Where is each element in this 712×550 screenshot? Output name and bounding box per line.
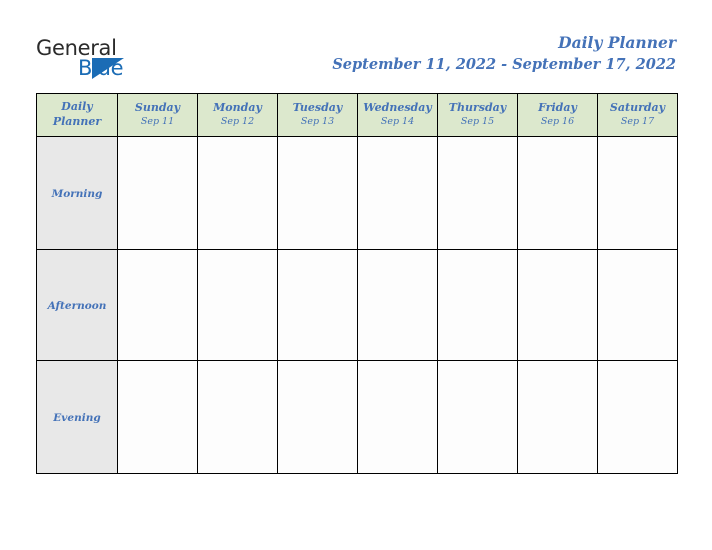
slot-evening-saturday[interactable] <box>597 360 678 474</box>
day-date: Sep 11 <box>140 116 175 128</box>
general-blue-logo[interactable]: General Blue <box>36 38 156 80</box>
page-header: General Blue Daily Planner September 11,… <box>0 0 712 93</box>
row-label-text: Afternoon <box>47 300 107 312</box>
column-header-friday: Friday Sep 16 <box>517 93 598 137</box>
row-label-text: Morning <box>51 188 103 200</box>
corner-label-line2: Planner <box>52 115 102 128</box>
day-name: Wednesday <box>363 100 432 114</box>
column-header-saturday: Saturday Sep 17 <box>597 93 678 137</box>
logo-text-blue: Blue <box>78 56 124 80</box>
slot-evening-monday[interactable] <box>197 360 278 474</box>
slot-afternoon-tuesday[interactable] <box>277 249 358 361</box>
slot-morning-sunday[interactable] <box>117 136 198 250</box>
slot-morning-saturday[interactable] <box>597 136 678 250</box>
column-header-thursday: Thursday Sep 15 <box>437 93 518 137</box>
slot-afternoon-saturday[interactable] <box>597 249 678 361</box>
slot-evening-friday[interactable] <box>517 360 598 474</box>
table-corner-header: Daily Planner <box>36 93 118 137</box>
table-row: Evening <box>36 360 678 474</box>
day-date: Sep 15 <box>460 116 495 128</box>
slot-morning-tuesday[interactable] <box>277 136 358 250</box>
column-header-tuesday: Tuesday Sep 13 <box>277 93 358 137</box>
day-name: Tuesday <box>292 100 343 114</box>
slot-morning-wednesday[interactable] <box>357 136 438 250</box>
day-date: Sep 12 <box>220 116 255 128</box>
title-block: Daily Planner September 11, 2022 - Septe… <box>332 33 676 76</box>
row-label-text: Evening <box>53 412 101 424</box>
row-label-evening: Evening <box>36 360 118 474</box>
slot-evening-thursday[interactable] <box>437 360 518 474</box>
table-row: Morning <box>36 136 678 250</box>
day-name: Saturday <box>609 100 666 114</box>
day-name: Sunday <box>134 100 181 114</box>
table-row: Afternoon <box>36 249 678 361</box>
planner-page: General Blue Daily Planner September 11,… <box>0 0 712 550</box>
day-name: Monday <box>213 100 262 114</box>
row-label-afternoon: Afternoon <box>36 249 118 361</box>
day-name: Thursday <box>448 100 507 114</box>
row-label-morning: Morning <box>36 136 118 250</box>
column-header-sunday: Sunday Sep 11 <box>117 93 198 137</box>
day-date: Sep 17 <box>620 116 655 128</box>
slot-afternoon-monday[interactable] <box>197 249 278 361</box>
weekly-planner-table: Daily Planner Sunday Sep 11 Monday Sep 1… <box>36 93 678 474</box>
slot-morning-thursday[interactable] <box>437 136 518 250</box>
column-header-monday: Monday Sep 12 <box>197 93 278 137</box>
day-date: Sep 13 <box>300 116 335 128</box>
slot-evening-tuesday[interactable] <box>277 360 358 474</box>
slot-evening-sunday[interactable] <box>117 360 198 474</box>
day-name: Friday <box>538 100 577 114</box>
slot-afternoon-friday[interactable] <box>517 249 598 361</box>
page-title: Daily Planner <box>558 33 676 52</box>
column-header-wednesday: Wednesday Sep 14 <box>357 93 438 137</box>
day-date: Sep 16 <box>540 116 575 128</box>
table-header-row: Daily Planner Sunday Sep 11 Monday Sep 1… <box>36 93 678 137</box>
slot-afternoon-sunday[interactable] <box>117 249 198 361</box>
corner-label-line1: Daily <box>61 100 93 114</box>
slot-morning-friday[interactable] <box>517 136 598 250</box>
date-range: September 11, 2022 - September 17, 2022 <box>332 56 676 74</box>
day-date: Sep 14 <box>380 116 415 128</box>
slot-morning-monday[interactable] <box>197 136 278 250</box>
slot-afternoon-thursday[interactable] <box>437 249 518 361</box>
slot-evening-wednesday[interactable] <box>357 360 438 474</box>
slot-afternoon-wednesday[interactable] <box>357 249 438 361</box>
